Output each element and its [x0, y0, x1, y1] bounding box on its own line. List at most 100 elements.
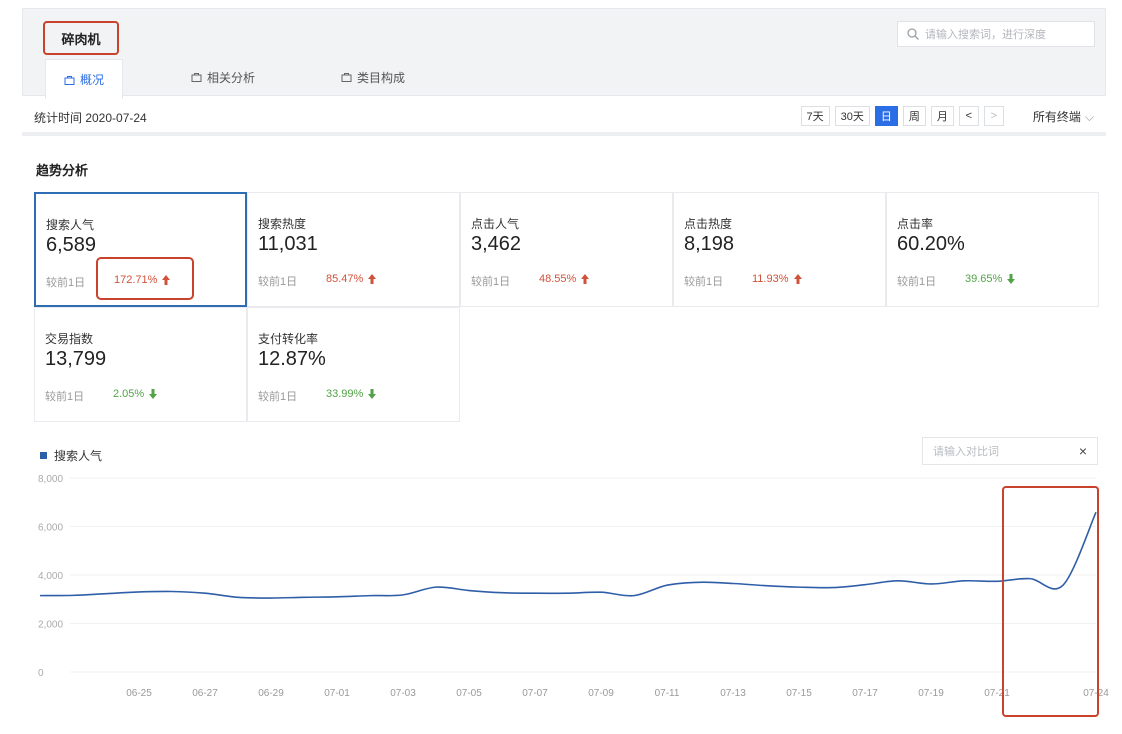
- chevron-down-icon: ⌵: [1084, 109, 1094, 124]
- metric-card-search-heat[interactable]: 搜索热度 11,031 较前1日 85.47%: [247, 192, 460, 307]
- range-30d-button[interactable]: 30天: [834, 106, 870, 126]
- x-tick-label: 07-19: [918, 688, 944, 699]
- tab-related-analysis[interactable]: 相关分析: [173, 57, 273, 97]
- change-value: 11.93%: [752, 273, 789, 285]
- metric-value: 3,462: [471, 233, 522, 255]
- metric-name: 点击热度: [684, 217, 733, 231]
- change-value: 85.47%: [326, 273, 364, 285]
- y-tick-label: 6,000: [38, 523, 63, 534]
- y-tick-label: 0: [38, 668, 44, 679]
- tab-category[interactable]: 类目构成: [323, 57, 423, 97]
- search-placeholder: 请输入搜索词，进行深度: [925, 29, 1046, 41]
- device-select[interactable]: 所有终端 ⌵: [1033, 108, 1094, 125]
- metric-name: 搜索人气: [46, 218, 95, 232]
- change-value: 33.99%: [326, 388, 364, 400]
- tab-label: 类目构成: [357, 70, 406, 85]
- metric-compare-label: 较前1日: [897, 276, 937, 288]
- series-line-search-popularity: [39, 511, 1097, 599]
- legend-label: 搜索人气: [54, 449, 103, 463]
- x-tick-label: 06-29: [258, 688, 284, 699]
- range-month-button[interactable]: 月: [930, 106, 954, 126]
- metric-change: 85.47%: [326, 273, 377, 285]
- chevron-left-icon: <: [965, 110, 973, 122]
- range-selector: 7天 30天 日 周 月 < > 所有终端 ⌵: [800, 106, 1094, 126]
- highlight-box-change: [96, 257, 194, 300]
- metric-value: 11,031: [258, 233, 318, 255]
- metric-change: 39.65%: [965, 273, 1016, 285]
- tab-label: 相关分析: [207, 70, 256, 85]
- legend-swatch: [40, 452, 47, 459]
- range-day-button[interactable]: 日: [874, 106, 898, 126]
- range-7d-button[interactable]: 7天: [800, 106, 830, 126]
- x-tick-label: 07-17: [852, 688, 878, 699]
- x-tick-label: 07-07: [522, 688, 548, 699]
- metric-value: 8,198: [684, 233, 735, 255]
- arrow-down-icon: [149, 389, 158, 399]
- metric-change: 11.93%: [752, 273, 802, 285]
- metric-name: 点击率: [897, 217, 934, 231]
- keyword-title: 碎肉机: [43, 21, 119, 55]
- metric-compare-label: 较前1日: [258, 391, 298, 403]
- y-tick-label: 8,000: [38, 474, 63, 485]
- chevron-right-icon: >: [990, 110, 998, 122]
- chart-legend: 搜索人气: [40, 447, 102, 464]
- range-week-button[interactable]: 周: [902, 106, 926, 126]
- metric-compare-label: 较前1日: [45, 391, 85, 403]
- search-input[interactable]: 请输入搜索词，进行深度: [897, 21, 1095, 47]
- compare-placeholder: 请输入对比词: [933, 446, 999, 458]
- arrow-down-icon: [1007, 274, 1016, 284]
- change-value: 2.05%: [113, 388, 145, 400]
- tab-label: 概况: [80, 73, 105, 87]
- x-tick-label: 07-13: [720, 688, 746, 699]
- bag-icon: [191, 73, 202, 82]
- highlight-box-latest: [1002, 486, 1099, 717]
- metric-card-trade-index[interactable]: 交易指数 13,799 较前1日 2.05%: [34, 307, 247, 422]
- metric-change: 33.99%: [326, 388, 377, 400]
- header: 碎肉机 请输入搜索词，进行深度 概况 相关分析 类目构成: [22, 8, 1106, 99]
- bag-icon: [341, 73, 352, 82]
- metric-change: 48.55%: [539, 273, 590, 285]
- x-tick-label: 07-01: [324, 688, 350, 699]
- metric-grid: 搜索人气 6,589 较前1日 172.71% 搜索热度 11,031 较前1日…: [34, 192, 1099, 422]
- arrow-up-icon: [368, 274, 377, 284]
- metric-name: 搜索热度: [258, 217, 307, 231]
- search-icon: [907, 28, 919, 40]
- metric-card-pay-conversion[interactable]: 支付转化率 12.87% 较前1日 33.99%: [247, 307, 460, 422]
- y-tick-label: 2,000: [38, 620, 63, 631]
- metric-value: 60.20%: [897, 233, 965, 255]
- x-tick-label: 07-09: [588, 688, 614, 699]
- metric-value: 6,589: [46, 234, 97, 256]
- x-tick-label: 06-25: [126, 688, 152, 699]
- stat-time: 统计时间 2020-07-24: [34, 111, 147, 125]
- arrow-up-icon: [793, 274, 802, 284]
- metric-compare-label: 较前1日: [471, 276, 511, 288]
- metric-compare-label: 较前1日: [258, 276, 298, 288]
- metric-name: 支付转化率: [258, 332, 319, 346]
- metric-name: 交易指数: [45, 332, 94, 346]
- change-value: 39.65%: [965, 273, 1003, 285]
- metric-card-click-popularity[interactable]: 点击人气 3,462 较前1日 48.55%: [460, 192, 673, 307]
- trend-chart: 0 2,000 4,000 6,000 8,000 06-25 06-27 06-29 07-0…: [38, 474, 1109, 699]
- prev-date-button[interactable]: <: [958, 106, 979, 126]
- metric-card-ctr[interactable]: 点击率 60.20% 较前1日 39.65%: [886, 192, 1099, 307]
- tab-bar: 概况 相关分析 类目构成: [45, 57, 473, 99]
- compare-input[interactable]: 请输入对比词 ×: [922, 437, 1098, 465]
- x-tick-label: 07-11: [655, 688, 680, 699]
- app-root: 碎肉机 请输入搜索词，进行深度 概况 相关分析 类目构成 统计时间 2020-0…: [0, 0, 1122, 734]
- metric-compare-label: 较前1日: [46, 277, 86, 289]
- x-tick-label: 07-05: [456, 688, 482, 699]
- arrow-down-icon: [368, 389, 377, 399]
- metric-card-click-heat[interactable]: 点击热度 8,198 较前1日 11.93%: [673, 192, 886, 307]
- section-title: 趋势分析: [36, 163, 89, 178]
- change-value: 48.55%: [539, 273, 577, 285]
- x-tick-label: 06-27: [192, 688, 218, 699]
- tab-overview[interactable]: 概况: [45, 59, 124, 99]
- x-tick-label: 07-15: [786, 688, 812, 699]
- metric-value: 12.87%: [258, 348, 326, 370]
- arrow-up-icon: [581, 274, 590, 284]
- close-icon[interactable]: ×: [1079, 443, 1087, 459]
- next-date-button[interactable]: >: [983, 106, 1004, 126]
- time-bar: 统计时间 2020-07-24 7天 30天 日 周 月 < > 所有终端 ⌵: [22, 96, 1106, 136]
- y-tick-label: 4,000: [38, 571, 63, 582]
- metric-compare-label: 较前1日: [684, 276, 724, 288]
